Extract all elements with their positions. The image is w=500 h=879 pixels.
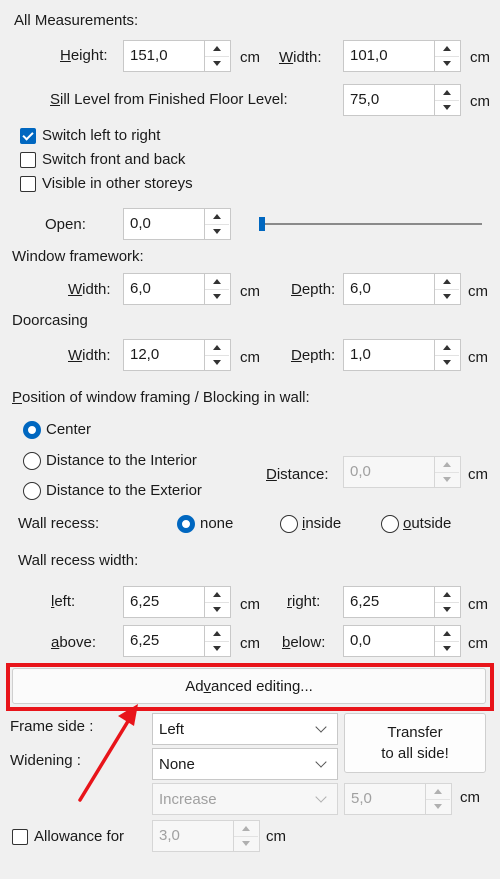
annotation-arrow-icon [78, 704, 138, 802]
